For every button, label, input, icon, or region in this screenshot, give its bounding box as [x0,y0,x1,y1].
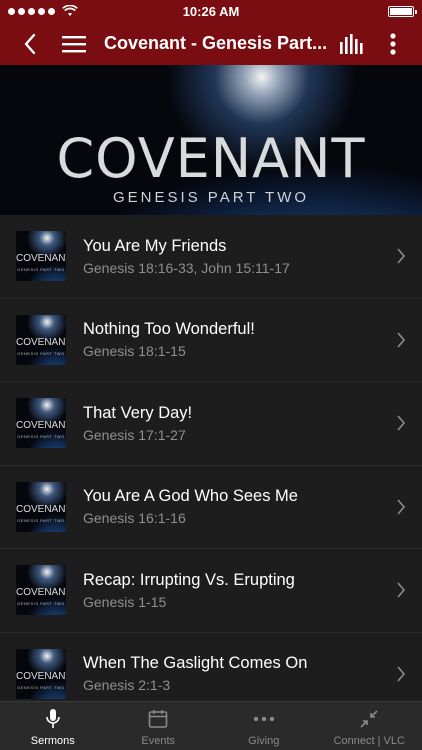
more-dots-icon [253,716,274,722]
thumbnail-subtitle: GENESIS PART TWO [17,684,65,690]
sermon-row[interactable]: COVENANT GENESIS PART TWO You Are A God … [0,466,422,549]
thumbnail-subtitle: GENESIS PART TWO [17,601,65,607]
chevron-right-icon [397,415,406,431]
chevron-right-icon [397,248,406,264]
sermon-thumbnail: COVENANT GENESIS PART TWO [16,231,66,282]
sermon-thumbnail: COVENANT GENESIS PART TWO [16,565,66,616]
thumbnail-subtitle: GENESIS PART TWO [17,434,65,440]
tab-bar: Sermons Events Giving Connect | VLC [0,701,422,750]
sermon-row[interactable]: COVENANT GENESIS PART TWO Recap: Irrupti… [0,549,422,633]
sermon-title: You Are My Friends [83,236,227,255]
status-bar: 10:26 AM [0,0,422,22]
banner-title: COVENANT [56,127,366,190]
series-banner: COVENANT GENESIS PART TWO [0,65,422,215]
tab-label: Giving [248,735,280,747]
sermon-title: You Are A God Who Sees Me [83,487,298,506]
chevron-right-icon [397,666,406,682]
chevron-left-icon [24,33,36,54]
more-options-button[interactable] [374,22,412,65]
sermon-row[interactable]: COVENANT GENESIS PART TWO Nothing Too Wo… [0,299,422,382]
thumbnail-title: COVENANT [16,336,66,348]
thumbnail-title: COVENANT [16,420,66,432]
sermon-title: When The Gaslight Comes On [83,654,308,673]
sermon-thumbnail: COVENANT GENESIS PART TWO [16,314,66,365]
thumbnail-title: COVENANT [16,670,66,682]
battery-icon [388,5,417,17]
sermon-thumbnail: COVENANT GENESIS PART TWO [16,398,66,449]
chevron-right-icon [397,582,406,598]
tab-label: Sermons [30,735,75,747]
thumbnail-title: COVENANT [16,253,66,265]
banner-subtitle: GENESIS PART TWO [112,189,310,206]
tab-giving[interactable]: Giving [211,702,317,750]
calendar-icon [148,710,168,728]
connect-arrows-icon [360,710,378,728]
sermon-reference: Genesis 2:1-3 [83,677,171,694]
thumbnail-title: COVENANT [16,587,66,599]
thumbnail-subtitle: GENESIS PART TWO [17,350,65,356]
sermon-row[interactable]: COVENANT GENESIS PART TWO That Very Day!… [0,382,422,466]
back-button[interactable] [10,22,50,65]
nav-bar: Covenant - Genesis Part... [0,22,422,65]
sermon-thumbnail: COVENANT GENESIS PART TWO [16,648,66,699]
audio-bars-icon [340,33,363,54]
audio-button[interactable] [330,22,374,65]
tab-connect[interactable]: Connect | VLC [317,702,422,750]
more-vertical-icon [390,32,396,55]
menu-button[interactable] [50,22,98,65]
hamburger-icon [62,35,86,52]
thumbnail-title: COVENANT [16,503,66,515]
tab-label: Connect | VLC [333,735,405,747]
tab-events[interactable]: Events [106,702,212,750]
sermon-title: Nothing Too Wonderful! [83,320,255,339]
chevron-right-icon [397,499,406,515]
sermon-title: That Very Day! [83,403,193,422]
sermon-reference: Genesis 16:1-16 [83,510,186,527]
chevron-right-icon [397,332,406,348]
sermon-row[interactable]: COVENANT GENESIS PART TWO You Are My Fri… [0,215,422,299]
thumbnail-subtitle: GENESIS PART TWO [17,267,65,273]
microphone-icon [45,709,60,728]
sermon-reference: Genesis 18:1-15 [83,343,186,360]
thumbnail-subtitle: GENESIS PART TWO [17,517,65,523]
sermon-reference: Genesis 17:1-27 [83,426,186,443]
tab-label: Events [141,735,176,747]
page-title: Covenant - Genesis Part... [104,33,328,53]
sermon-reference: Genesis 18:16-33, John 15:11-17 [83,259,290,276]
sermon-list: COVENANT GENESIS PART TWO You Are My Fri… [0,215,422,716]
tab-sermons[interactable]: Sermons [0,702,106,750]
status-time: 10:26 AM [182,4,240,19]
sermon-thumbnail: COVENANT GENESIS PART TWO [16,481,66,532]
sermon-title: Recap: Irrupting Vs. Erupting [83,570,295,589]
sermon-reference: Genesis 1-15 [83,593,167,610]
